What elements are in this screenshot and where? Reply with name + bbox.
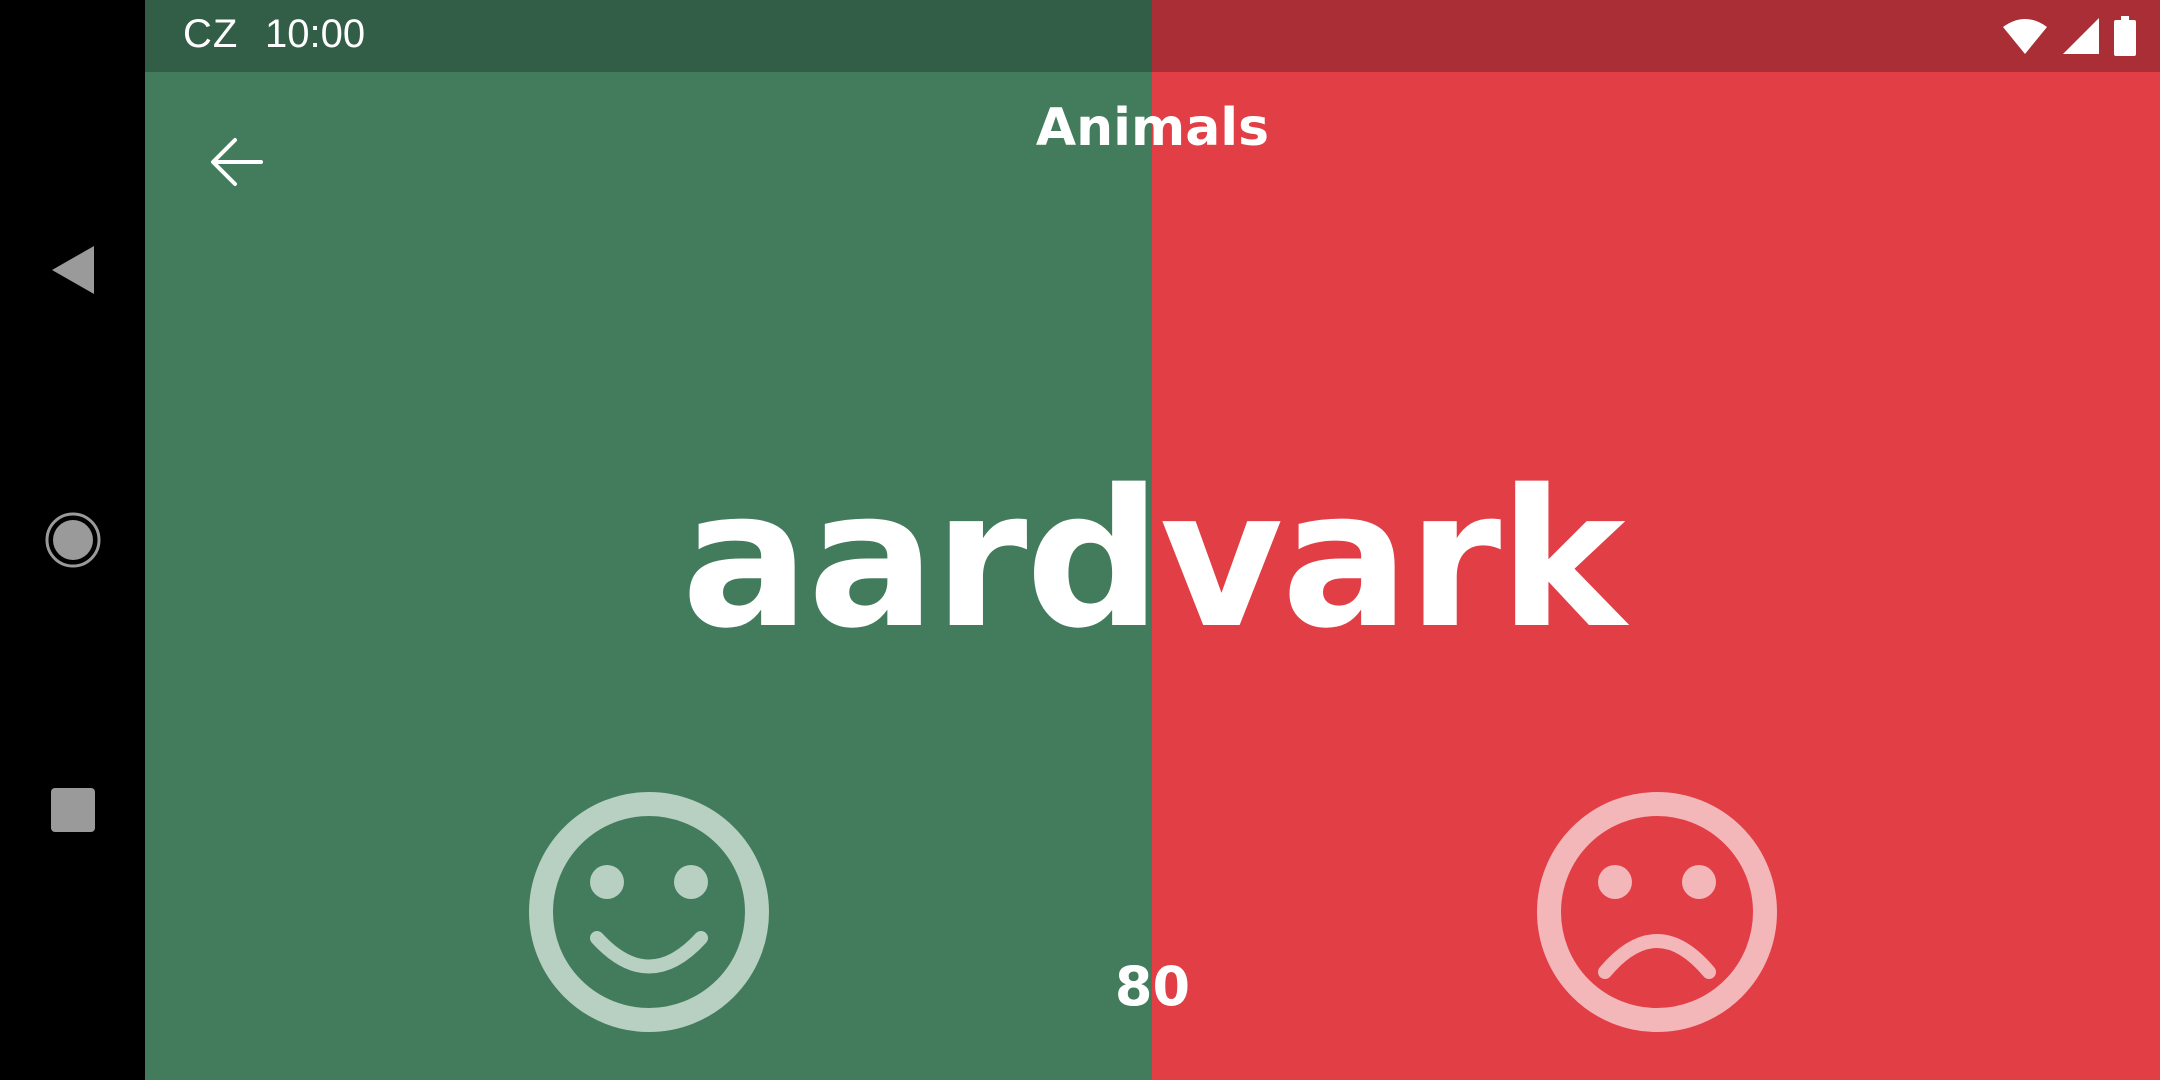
- signal-icon: [2063, 18, 2099, 54]
- battery-icon: [2114, 16, 2136, 56]
- screen: CZ 10:00 Animals aardvark 80: [0, 0, 2160, 1080]
- recents-square-icon: [50, 788, 95, 832]
- nav-home-button[interactable]: [0, 485, 145, 595]
- category-title: Animals: [1035, 98, 1270, 158]
- wifi-icon: [2003, 19, 2047, 54]
- back-triangle-icon: [51, 246, 94, 294]
- game-screen: CZ 10:00 Animals aardvark 80: [145, 0, 2160, 1080]
- home-circle-icon: [45, 512, 100, 568]
- current-word: aardvark: [681, 449, 1625, 670]
- timer: 80: [1114, 955, 1191, 1018]
- system-navigation-bar: [0, 0, 145, 1080]
- clock: 10:00: [265, 12, 366, 56]
- nav-back-button[interactable]: [0, 215, 145, 325]
- status-bar: CZ 10:00: [145, 0, 2160, 72]
- nav-recents-button[interactable]: [0, 755, 145, 865]
- status-icons: [2002, 14, 2136, 58]
- carrier-label: CZ: [183, 12, 239, 56]
